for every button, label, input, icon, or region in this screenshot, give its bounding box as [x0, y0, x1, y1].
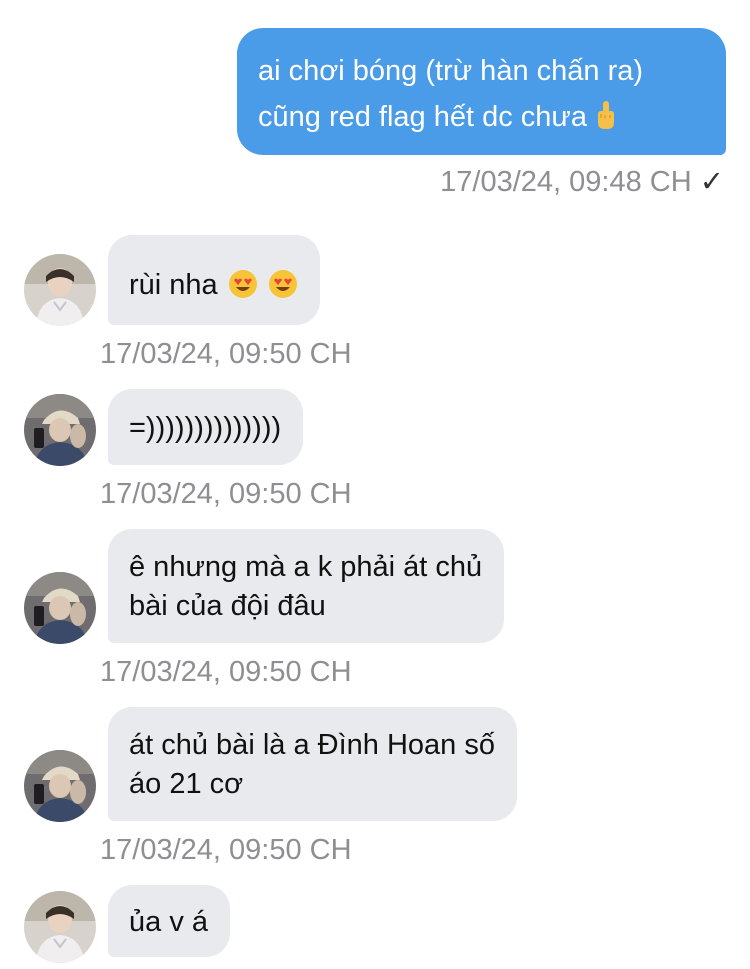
- outgoing-message-bubble[interactable]: ai chơi bóng (trừ hàn chấn ra) cũng red …: [237, 28, 726, 155]
- sender-avatar[interactable]: [24, 750, 96, 822]
- message-text-line: ủa v á: [129, 906, 208, 938]
- incoming-message-bubble[interactable]: ê nhưng mà a k phải át chủ bài của đội đ…: [108, 529, 505, 643]
- message-text-line: át chủ bài là a Đình Hoan số: [129, 729, 495, 761]
- incoming-message-bubble[interactable]: ủa v á: [108, 885, 230, 957]
- message-text-line: ai chơi bóng (trừ hàn chấn ra): [258, 55, 644, 87]
- message-text: rùi nha: [129, 269, 218, 301]
- sender-avatar[interactable]: [24, 891, 96, 963]
- incoming-message-bubble[interactable]: =)))))))))))))): [108, 389, 304, 465]
- message-text-line: áo 21 cơ: [129, 768, 244, 800]
- chat-thread: ai chơi bóng (trừ hàn chấn ra) cũng red …: [0, 0, 750, 969]
- message-timestamp: 17/03/24, 09:50 CH: [100, 834, 352, 866]
- message-text-line: cũng red flag hết dc chưa: [258, 94, 704, 140]
- message-text-line: ê nhưng mà a k phải át chủ: [129, 551, 483, 583]
- message-timestamp: 17/03/24, 09:48 CH: [440, 166, 692, 198]
- outgoing-message-meta: 17/03/24, 09:48 CH ✓: [440, 164, 724, 199]
- sender-avatar[interactable]: [24, 394, 96, 466]
- message-timestamp: 17/03/24, 09:50 CH: [100, 656, 352, 688]
- incoming-message-bubble[interactable]: rùi nha: [108, 235, 320, 325]
- message-timestamp: 17/03/24, 09:50 CH: [100, 338, 352, 370]
- message-text-line: rùi nha: [129, 266, 298, 305]
- message-text-line: =)))))))))))))): [129, 412, 282, 444]
- heart-eyes-emoji-icon: [228, 270, 257, 298]
- incoming-message-bubble[interactable]: át chủ bài là a Đình Hoan số áo 21 cơ: [108, 707, 517, 821]
- sender-avatar[interactable]: [24, 572, 96, 644]
- sender-avatar[interactable]: [24, 254, 96, 326]
- middle-finger-emoji-icon: [597, 101, 614, 129]
- heart-eyes-emoji-icon: [268, 270, 297, 298]
- message-text: cũng red flag hết dc chưa: [258, 101, 587, 133]
- sent-check-icon: ✓: [699, 164, 724, 198]
- message-text-line: bài của đội đâu: [129, 590, 326, 622]
- message-timestamp: 17/03/24, 09:50 CH: [100, 478, 352, 510]
